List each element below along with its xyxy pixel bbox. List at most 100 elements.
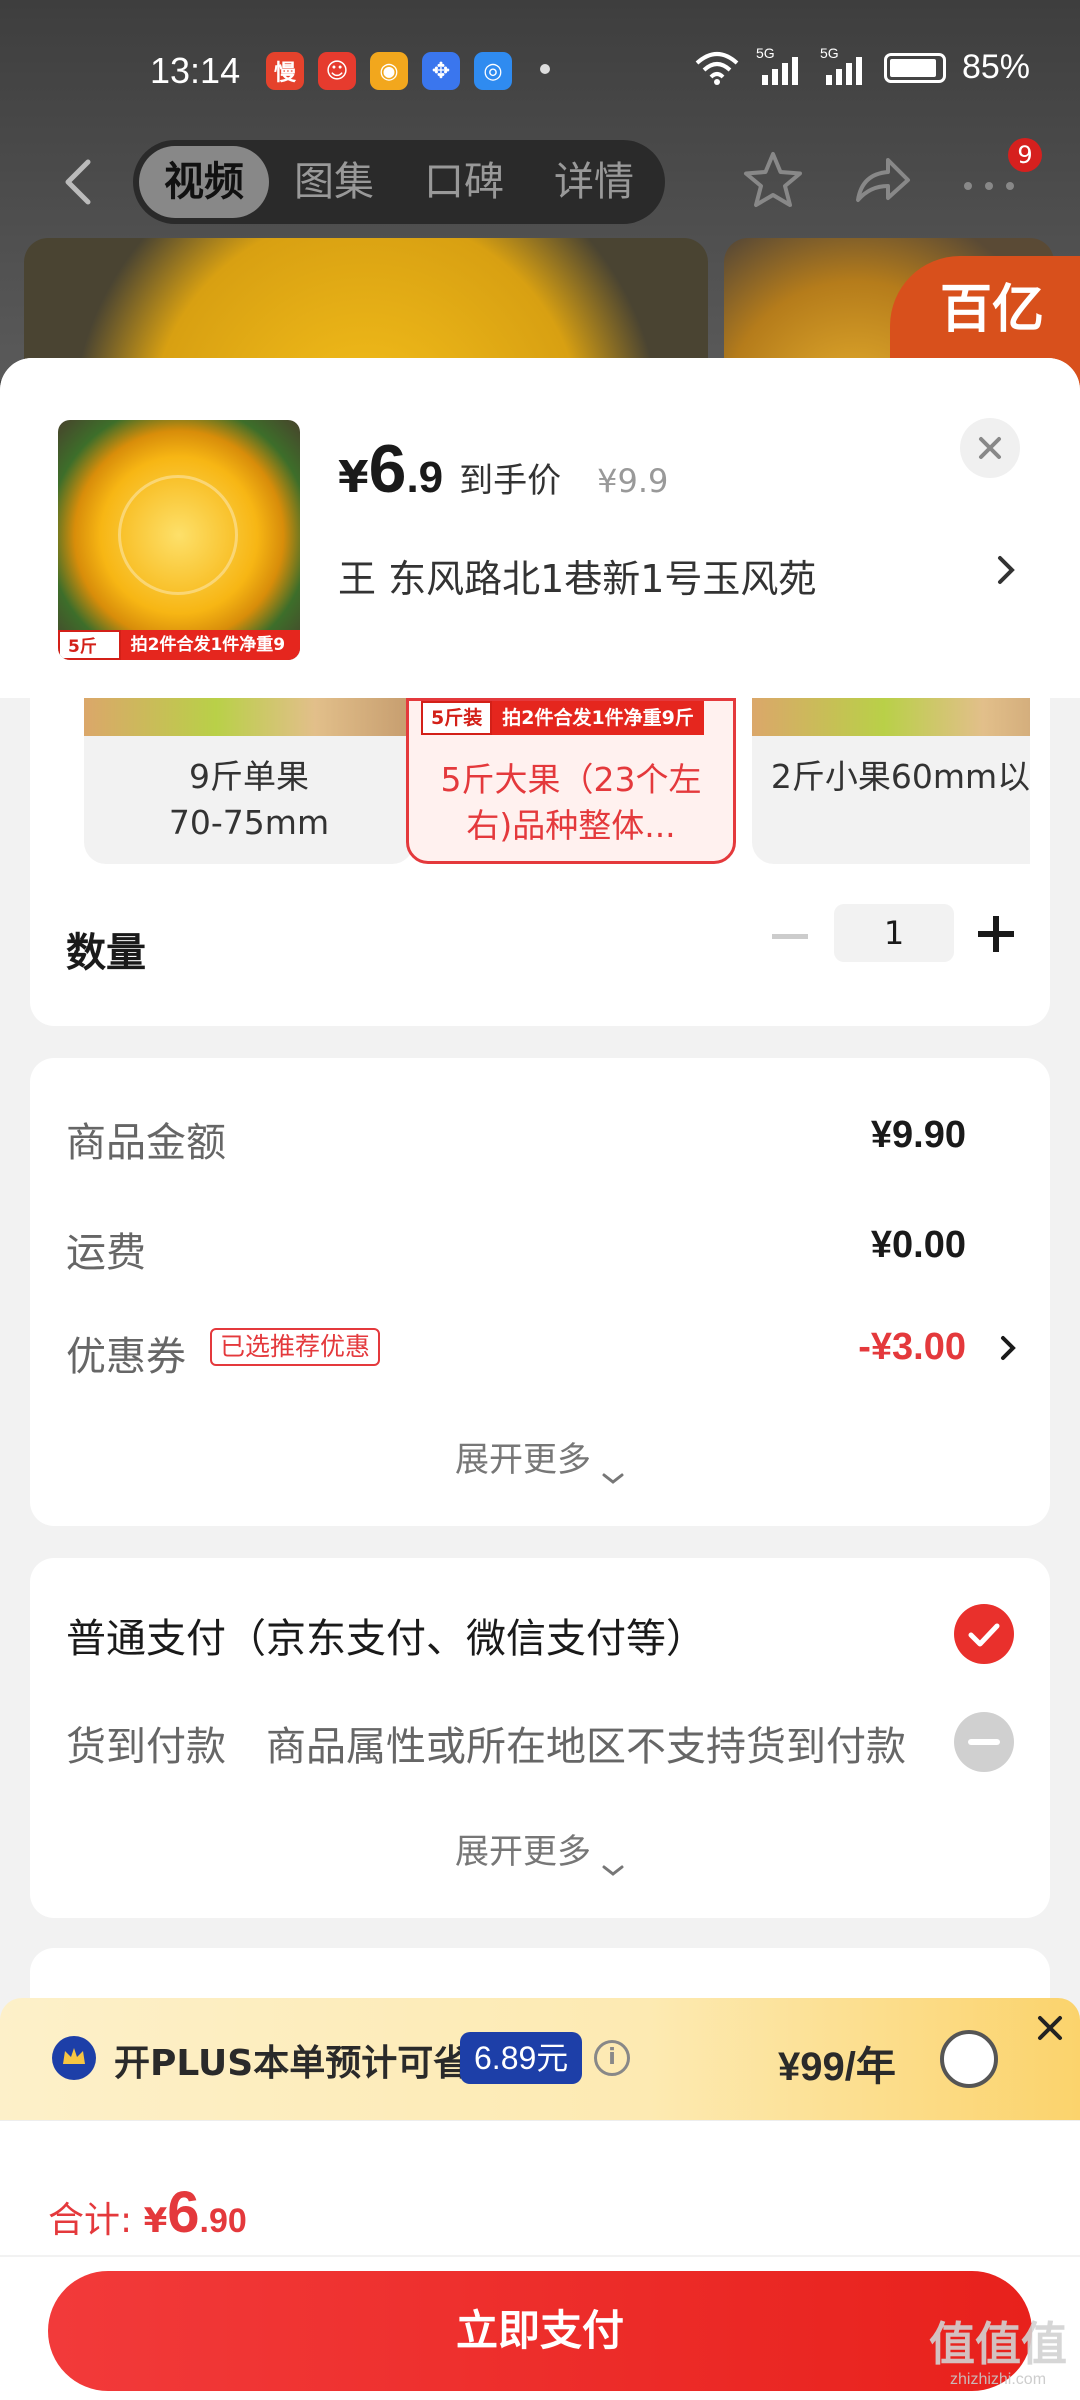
coupon-value[interactable]: -¥3.00 (858, 1326, 966, 1369)
product-nav-bar: 视频 图集 口碑 详情 (0, 140, 1080, 240)
plus-crown-icon (52, 2036, 96, 2080)
original-price: ¥9.9 (597, 462, 669, 500)
pay-now-button[interactable]: 立即支付 (48, 2271, 1032, 2391)
more-notifications-dot (540, 64, 550, 74)
checkout-footer: 合计: ¥6.90 立即支付 (0, 2120, 1080, 2400)
close-icon (979, 437, 1001, 459)
search-app-icon: ◎ (474, 52, 512, 90)
plus-annual-price: ¥99/年 (778, 2045, 896, 2089)
total-label: 合计: (48, 2200, 133, 2241)
thumbnail-tag-promo: 拍2件合发1件净重9斤 (120, 630, 300, 660)
payment-selected-check[interactable] (954, 1604, 1014, 1664)
standard-payment-option[interactable]: 普通支付（京东支付、微信支付等） (66, 1606, 706, 1664)
toutiao-app-icon: ☺ (318, 52, 356, 90)
quantity-plus-button[interactable] (978, 916, 1014, 952)
product-thumbnail: 5斤装 拍2件合发1件净重9斤 (58, 420, 300, 660)
spec-option-tags: 5斤装 拍2件合发1件净重9斤 (421, 701, 704, 735)
spec-and-quantity-card: 9斤单果 70-75mm 5斤装 拍2件合发1件净重9斤 5斤大果（23个左右)品种整… (30, 698, 1050, 1026)
chevron-down-icon (601, 1847, 625, 1876)
price-decimal: .9 (406, 453, 444, 502)
status-bar: 13:14 慢 ☺ ◉ ✥ ◎ 5G 5G 85% (0, 0, 1080, 140)
summary-expand-more[interactable]: 展开更多 (30, 1432, 1050, 1484)
total-amount: 合计: ¥6.90 (48, 2179, 247, 2246)
total-integer: 6 (167, 2180, 200, 2245)
tab-gallery[interactable]: 图集 (269, 146, 399, 218)
plus-membership-banner[interactable]: 开PLUS本单预计可省 6.89元 i ¥99/年 (0, 1998, 1080, 2120)
back-arrow-icon[interactable] (50, 152, 110, 212)
chevron-down-icon (601, 1455, 625, 1484)
quantity-label: 数量 (66, 930, 146, 976)
plus-savings-text: 开PLUS本单预计可省 (114, 2043, 470, 2084)
spec-option[interactable]: 5斤装 拍2件合发1件净重9斤 5斤大果（23个左右)品种整体... (406, 698, 736, 864)
sheet-header: 5斤装 拍2件合发1件净重9斤 ¥ 6 .9 到手价 ¥9.9 王 东风路北1巷… (0, 358, 1080, 698)
close-sheet-button[interactable] (960, 418, 1020, 478)
expand-more-label: 展开更多 (455, 1440, 591, 1480)
battery-icon (883, 52, 946, 83)
chevron-right-icon[interactable] (996, 1330, 1020, 1366)
expand-more-label: 展开更多 (455, 1832, 591, 1872)
checkout-screen: 13:14 慢 ☺ ◉ ✥ ◎ 5G 5G 85% 视频 图集 口碑 详情 9 百亿 (0, 0, 1080, 2400)
signal-icon-2: 5G (820, 45, 868, 85)
plus-savings-amount: 6.89元 (460, 2032, 583, 2084)
spec-option[interactable]: 9斤单果 70-75mm (84, 698, 414, 864)
message-count-badge: 9 (1008, 138, 1042, 172)
watermark-url: zhizhizhi.com (949, 2371, 1047, 2388)
watermark-logo: 值值值 (929, 2317, 1067, 2371)
nav-action-icons (740, 148, 1022, 214)
tab-reviews[interactable]: 口碑 (399, 146, 529, 218)
status-time: 13:14 (150, 50, 241, 91)
quantity-value[interactable]: 1 (834, 904, 954, 962)
star-favorite-icon[interactable] (740, 148, 806, 214)
price-currency: ¥ (338, 452, 369, 503)
notification-app-icons: 慢 ☺ ◉ ✥ ◎ (266, 52, 512, 90)
wifi-icon (695, 51, 739, 85)
site-watermark: 值值值 zhizhizhi.com (928, 2318, 1068, 2390)
coupon-recommended-tag: 已选推荐优惠 (210, 1328, 381, 1366)
spec-option-image (84, 698, 414, 736)
final-price-label: 到手价 (459, 461, 562, 501)
goods-amount-value: ¥9.90 (870, 1114, 966, 1156)
spec-option-label: 2斤小果60mm以下 (770, 757, 1030, 796)
maoyan-app-icon: 慢 (266, 52, 304, 90)
footer-divider (0, 2255, 1080, 2257)
status-right-cluster: 5G 5G 85% (694, 45, 1030, 87)
spec-tag-promo: 拍2件合发1件净重9斤 (492, 701, 704, 735)
check-icon (968, 1623, 1000, 1647)
info-icon[interactable]: i (594, 2040, 630, 2076)
cod-disabled-icon (954, 1712, 1014, 1772)
thumbnail-tag-weight: 5斤装 (58, 630, 121, 660)
product-tabs: 视频 图集 口碑 详情 (133, 140, 665, 224)
baidu-app-icon: ✥ (422, 52, 460, 90)
tab-details[interactable]: 详情 (529, 146, 659, 218)
spec-option-image (752, 698, 1030, 736)
tab-video[interactable]: 视频 (139, 146, 269, 218)
delivery-address[interactable]: 王 东风路北1巷新1号玉风苑 (338, 548, 998, 603)
battery-percent: 85% (961, 48, 1030, 86)
weibo-app-icon: ◉ (370, 52, 408, 90)
price-line: ¥ 6 .9 到手价 ¥9.9 (338, 430, 668, 508)
payment-method-card: 普通支付（京东支付、微信支付等） 货到付款 商品属性或所在地区不支持货到付款 展… (30, 1558, 1050, 1918)
spec-option-label: 9斤单果 70-75mm (168, 757, 330, 842)
thumbnail-fruit-segment (118, 475, 238, 595)
plus-select-radio[interactable] (940, 2030, 998, 2088)
chevron-right-icon[interactable] (990, 550, 1020, 590)
thumbnail-tags: 5斤装 拍2件合发1件净重9斤 (58, 630, 300, 660)
shipping-label: 运费 (66, 1230, 146, 1276)
spec-option[interactable]: 2斤小果60mm以下 (752, 698, 1030, 864)
cod-label: 货到付款 (66, 1724, 226, 1770)
signal-icon-1: 5G (756, 45, 804, 85)
total-decimal: .90 (199, 2202, 247, 2240)
spec-option-label: 5斤大果（23个左右)品种整体... (440, 760, 702, 845)
cod-unsupported-note: 商品属性或所在地区不支持货到付款 (266, 1724, 906, 1770)
price-integer: 6 (368, 431, 407, 507)
close-icon[interactable] (1030, 2008, 1070, 2048)
coupon-label: 优惠券 (66, 1334, 186, 1380)
total-currency: ¥ (143, 2201, 168, 2241)
price-summary-card: 商品金额 ¥9.90 运费 ¥0.00 优惠券 已选推荐优惠 -¥3.00 展开… (30, 1058, 1050, 1526)
spec-tag-weight: 5斤装 (421, 701, 493, 735)
payment-expand-more[interactable]: 展开更多 (30, 1824, 1050, 1876)
goods-amount-label: 商品金额 (66, 1120, 226, 1166)
share-icon[interactable] (848, 148, 914, 214)
shipping-value: ¥0.00 (870, 1224, 966, 1266)
quantity-minus-button[interactable] (772, 934, 808, 939)
